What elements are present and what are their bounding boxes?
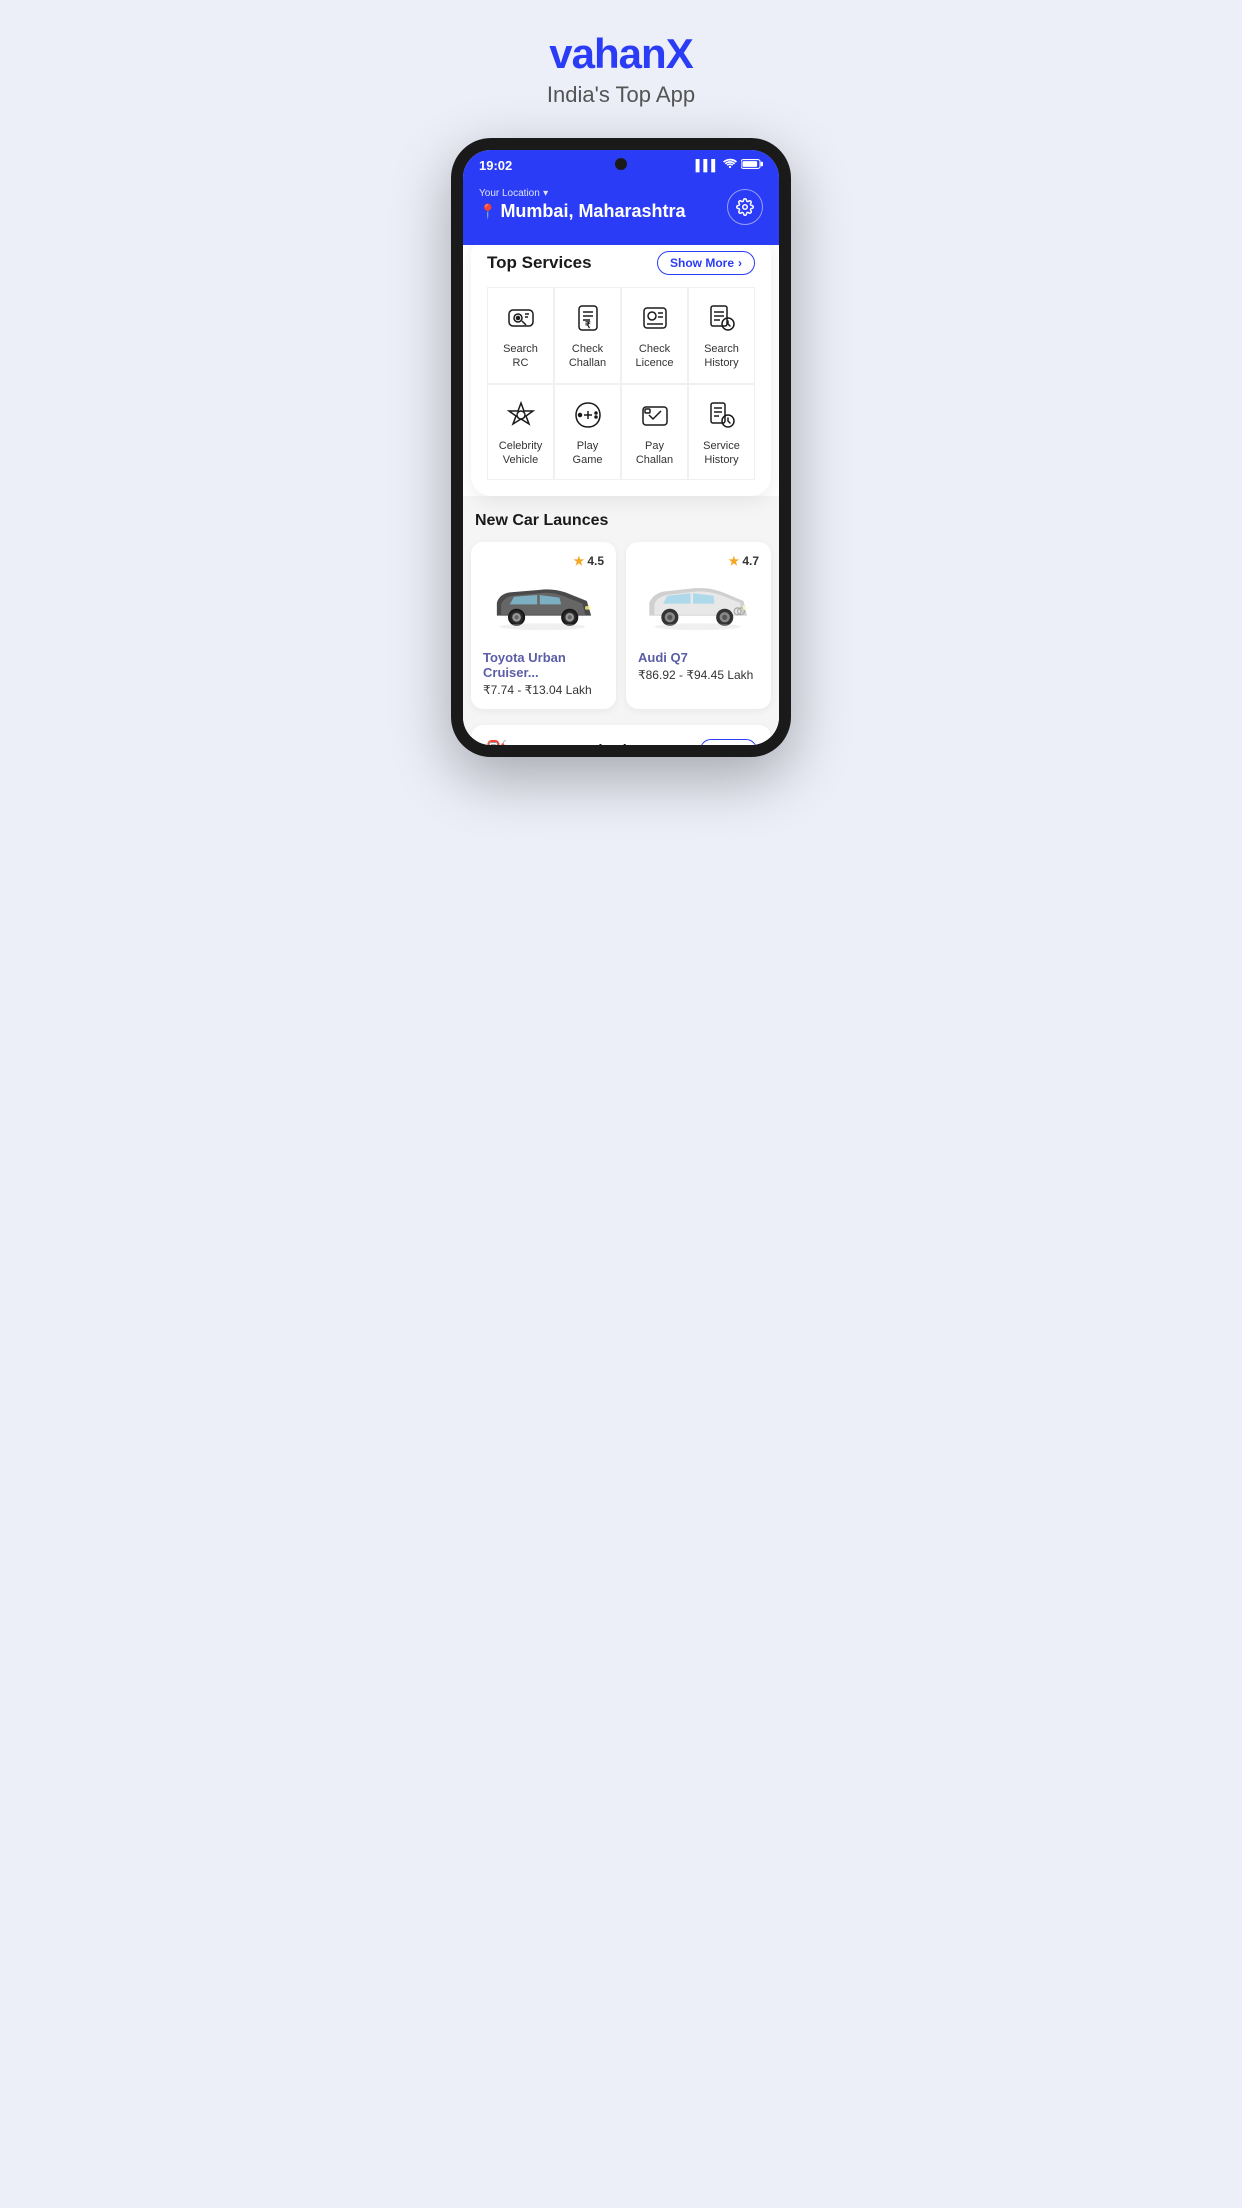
service-item-check-licence[interactable]: CheckLicence (621, 287, 688, 384)
star-icon: ★ (729, 554, 740, 568)
car-image-toyota (483, 572, 604, 642)
app-logo: vahanX (434, 30, 808, 78)
car-name: Audi Q7 (638, 650, 759, 665)
app-name-blue: X (666, 30, 693, 77)
car-card-header: ★ 4.5 (483, 554, 604, 568)
car-card-toyota[interactable]: ★ 4.5 (471, 542, 616, 709)
city-selector-button[interactable]: Surat › (700, 739, 757, 745)
service-label: SearchHistory (704, 342, 739, 371)
signal-icon: ▌▌▌ (696, 160, 719, 172)
services-grid: SearchRC ₹ Che (487, 287, 755, 480)
status-time: 19:02 (479, 158, 512, 173)
service-label: SearchRC (503, 342, 538, 371)
service-label: PlayGame (573, 439, 603, 468)
car-image-audi (638, 572, 759, 642)
status-icons: ▌▌▌ (696, 158, 763, 173)
svg-text:₹: ₹ (585, 320, 591, 330)
app-header: vahanX India's Top App (414, 0, 828, 128)
app-name-black: vahan (549, 30, 665, 77)
celebrity-vehicle-icon (505, 397, 537, 433)
service-history-icon (706, 397, 738, 433)
service-label: CelebrityVehicle (499, 439, 542, 468)
new-car-section-title: New Car Launces (471, 512, 771, 530)
app-subtitle: India's Top App (434, 82, 808, 108)
service-label: PayChallan (636, 439, 673, 468)
star-icon: ★ (574, 554, 585, 568)
car-rating: ★ 4.7 (729, 554, 759, 568)
car-card-header: ★ 4.7 (638, 554, 759, 568)
cars-grid: ★ 4.5 (471, 542, 771, 709)
screen-content[interactable]: Top Services Show More › (463, 245, 779, 745)
services-header: Top Services Show More › (487, 251, 755, 275)
settings-button[interactable] (727, 189, 763, 225)
car-card-audi[interactable]: ★ 4.7 (626, 542, 771, 709)
location-header: Your Location ▾ 📍 Mumbai, Maharashtra (463, 177, 779, 245)
wifi-icon (723, 158, 737, 173)
car-price: ₹86.92 - ₹94.45 Lakh (638, 668, 759, 682)
fuel-prices-title: Current Fuel Prices (513, 742, 651, 745)
car-price: ₹7.74 - ₹13.04 Lakh (483, 683, 604, 697)
search-history-icon (706, 300, 738, 336)
phone-screen: 19:02 ▌▌▌ Your Location ▾ 📍 (463, 150, 779, 745)
service-item-search-rc[interactable]: SearchRC (487, 287, 554, 384)
camera-notch (615, 158, 627, 170)
check-licence-icon (639, 300, 671, 336)
car-rating: ★ 4.5 (574, 554, 604, 568)
fuel-title-row: ⛽ Current Fuel Prices (485, 740, 652, 745)
play-game-icon (572, 397, 604, 433)
fuel-header: ⛽ Current Fuel Prices Surat › (485, 739, 757, 745)
show-more-button[interactable]: Show More › (657, 251, 755, 275)
service-item-check-challan[interactable]: ₹ CheckChallan (554, 287, 621, 384)
service-item-search-history[interactable]: SearchHistory (688, 287, 755, 384)
car-name: Toyota Urban Cruiser... (483, 650, 604, 680)
location-label: Your Location ▾ (479, 185, 685, 199)
service-item-pay-challan[interactable]: PayChallan (621, 384, 688, 481)
check-challan-icon: ₹ (572, 300, 604, 336)
fuel-card: ⛽ Current Fuel Prices Surat › (471, 725, 771, 745)
main-content: New Car Launces ★ 4.5 (463, 496, 779, 745)
pay-challan-icon (639, 397, 671, 433)
location-city: 📍 Mumbai, Maharashtra (479, 201, 685, 222)
service-label: CheckChallan (569, 342, 606, 371)
service-label: ServiceHistory (703, 439, 740, 468)
service-item-play-game[interactable]: PlayGame (554, 384, 621, 481)
phone-mockup: 19:02 ▌▌▌ Your Location ▾ 📍 (451, 138, 791, 757)
services-card: Top Services Show More › (471, 245, 771, 496)
chevron-right-icon: › (738, 256, 742, 270)
service-label: CheckLicence (636, 342, 674, 371)
search-rc-icon (505, 300, 537, 336)
service-item-service-history[interactable]: ServiceHistory (688, 384, 755, 481)
battery-icon (741, 158, 763, 173)
chevron-right-icon: › (742, 744, 746, 745)
chevron-down-icon: ▾ (543, 188, 548, 199)
service-item-celebrity-vehicle[interactable]: CelebrityVehicle (487, 384, 554, 481)
pin-icon: 📍 (479, 203, 496, 220)
services-title: Top Services (487, 253, 592, 273)
fuel-pump-icon: ⛽ (485, 740, 507, 745)
